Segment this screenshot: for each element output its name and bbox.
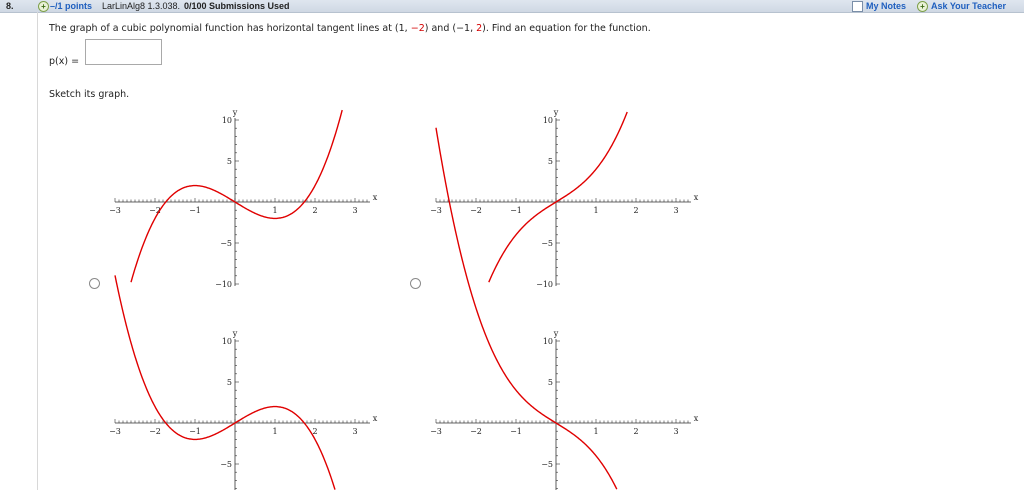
question-body: The graph of a cubic polynomial function… [37, 12, 1024, 490]
ask-your-teacher-link[interactable]: Ask Your Teacher [931, 0, 1006, 12]
my-notes-link[interactable]: My Notes [866, 0, 906, 12]
sketch-prompt: Sketch its graph. [49, 89, 130, 100]
question-number: 8. [6, 1, 14, 11]
notes-icon[interactable] [852, 1, 863, 12]
option-b-radio[interactable] [410, 278, 421, 289]
points-link[interactable]: –/1 points [50, 0, 92, 12]
highlight-value-1: −2 [410, 23, 425, 34]
answer-input[interactable] [85, 39, 162, 65]
ask-teacher-plus-icon[interactable]: + [917, 1, 928, 12]
question-text: The graph of a cubic polynomial function… [49, 23, 651, 34]
option-a-radio[interactable] [89, 278, 100, 289]
problem-id: LarLinAlg8 1.3.038. [102, 1, 181, 11]
expand-plus-icon[interactable]: + [38, 1, 49, 12]
answer-label: p(x) = [49, 56, 80, 67]
submissions-used: 0/100 Submissions Used [184, 1, 290, 11]
